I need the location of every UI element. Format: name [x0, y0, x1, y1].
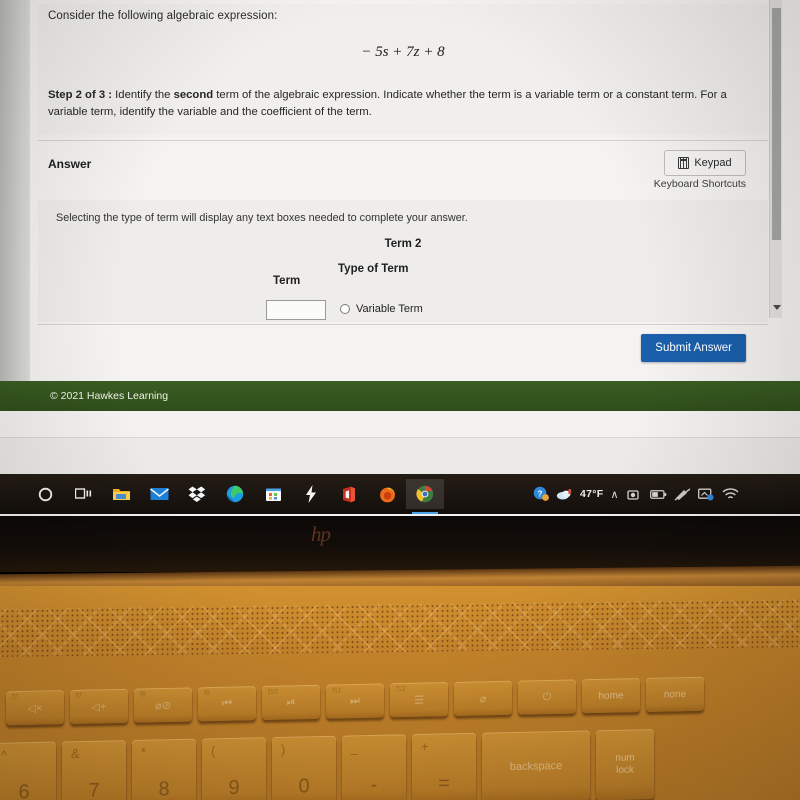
key-7[interactable]: & 7 [62, 740, 126, 800]
temperature-label: 47°F [580, 488, 604, 500]
question-block: Consider the following algebraic express… [38, 4, 768, 135]
key-9[interactable]: (9 [202, 737, 266, 800]
microsoft-store-icon[interactable] [254, 479, 292, 509]
radio-variable-term[interactable]: Variable Term [340, 303, 423, 315]
laptop-hardware: hp f7 ◁× f7 ◁+ f8 ⌀⊘ f9 ⏮ f10 ⏯ f11 ⏭ f12 ☰ ⌀ ⏻… [0, 516, 800, 800]
key-f10-play-pause[interactable]: f10 ⏯ [262, 684, 320, 720]
key-f7-volume-down[interactable]: f7 ◁× [6, 690, 64, 726]
dropbox-icon[interactable] [178, 479, 216, 509]
exercise-page: Consider the following algebraic express… [30, 0, 782, 438]
term-input[interactable] [266, 300, 326, 320]
key-equals[interactable]: + = [412, 732, 476, 800]
question-intro: Consider the following algebraic express… [48, 10, 278, 22]
key-backspace[interactable]: backspace [482, 730, 590, 800]
office-icon[interactable] [330, 479, 368, 509]
term-title: Term 2 [384, 238, 422, 250]
answer-header-row: Answer Keypad Keyboard Shortcuts [38, 148, 768, 196]
step-label: Step 2 of 3 : [48, 89, 113, 101]
keyboard-function-row: f7 ◁× f7 ◁+ f8 ⌀⊘ f9 ⏮ f10 ⏯ f11 ⏭ f12 ☰ ⌀ ⏻ ho… [6, 676, 704, 726]
type-of-term-label: Type of Term [338, 263, 409, 275]
file-explorer-icon[interactable] [102, 479, 140, 509]
screen-bezel-bottom: hp [0, 516, 800, 572]
taskbar-pinned-icons [26, 479, 444, 514]
keyboard-number-row: ^ 6 & 7 * 8 (9 ) 0 _ - + = backspace num lock [0, 729, 654, 800]
camera-icon[interactable] [626, 486, 643, 503]
numlock-line-2: lock [616, 764, 634, 776]
site-footer: © 2021 Hawkes Learning [0, 381, 800, 411]
divider-below-answer [38, 324, 768, 325]
speaker-grille-pattern [0, 599, 800, 657]
key-minus[interactable]: _ - [342, 734, 406, 800]
step-text-a: Identify the [112, 89, 174, 101]
key-f12-menu[interactable]: f12 ☰ [390, 682, 448, 718]
numlock-line-1: num [615, 751, 635, 764]
svg-text:?: ? [537, 490, 542, 499]
key-0[interactable]: ) 0 [272, 735, 336, 800]
term-column-label: Term [273, 275, 301, 287]
key-f11-next-track[interactable]: f11 ⏭ [326, 683, 384, 719]
chrome-active-icon[interactable] [406, 479, 444, 514]
submit-area: Submit Answer [38, 326, 768, 374]
key-f8-mic-mute[interactable]: f8 ⌀⊘ [134, 687, 192, 723]
browser-left-gutter [0, 0, 26, 438]
help-icon[interactable]: ? [532, 486, 549, 503]
network-icon[interactable] [698, 486, 715, 503]
hp-logo: hp [311, 522, 331, 546]
below-footer-strip [0, 411, 800, 438]
radio-circle-icon [340, 304, 350, 314]
key-num-lock[interactable]: num lock [596, 729, 654, 800]
laptop-deck: f7 ◁× f7 ◁+ f8 ⌀⊘ f9 ⏮ f10 ⏯ f11 ⏭ f12 ☰ ⌀ ⏻ ho… [0, 586, 800, 800]
step-instruction: Step 2 of 3 : Identify the second term o… [48, 87, 768, 121]
chevron-up-icon[interactable]: ∧ [611, 488, 619, 501]
cloud-weather-icon[interactable] [556, 486, 573, 503]
windows-taskbar: ? 47°F ∧ [0, 474, 800, 514]
key-end[interactable]: none [646, 676, 704, 712]
vertical-scrollbar[interactable] [769, 0, 782, 318]
key-6[interactable]: ^ 6 [0, 741, 56, 800]
wifi-icon[interactable] [722, 486, 739, 503]
expression-text: − 5s + 7z + 8 [361, 44, 445, 60]
task-view-icon[interactable] [64, 479, 102, 509]
keyboard-shortcuts-link[interactable]: Keyboard Shortcuts [654, 178, 746, 190]
pen-mute-icon[interactable] [674, 486, 691, 503]
firefox-icon[interactable] [368, 479, 406, 509]
scroll-down-arrow-icon[interactable] [773, 305, 781, 310]
scrollbar-thumb[interactable] [772, 8, 781, 240]
key-power[interactable]: ⏻ [518, 679, 576, 715]
key-airplane-mode[interactable]: ⌀ [454, 680, 512, 716]
key-f9-previous-track[interactable]: f9 ⏮ [198, 686, 256, 722]
key-f7-volume-up[interactable]: f7 ◁+ [70, 688, 128, 724]
answer-hint: Selecting the type of term will display … [56, 212, 468, 224]
key-8[interactable]: * 8 [132, 738, 196, 800]
answer-heading: Answer [48, 157, 92, 171]
submit-answer-button[interactable]: Submit Answer [641, 334, 746, 362]
desktop-background [0, 438, 800, 475]
copyright-text: © 2021 Hawkes Learning [50, 390, 169, 402]
algebraic-expression: − 5s + 7z + 8 [48, 44, 758, 61]
keypad-button-label: Keypad [694, 157, 732, 169]
mail-icon[interactable] [140, 479, 178, 509]
battery-icon[interactable] [649, 486, 667, 503]
lightning-app-icon[interactable] [292, 479, 330, 509]
system-tray: ? 47°F ∧ [532, 474, 739, 514]
calculator-icon [678, 157, 690, 169]
radio-variable-term-label: Variable Term [356, 303, 423, 315]
step-bold-word: second [173, 89, 214, 101]
answer-body: Selecting the type of term will display … [38, 200, 768, 322]
edge-icon[interactable] [216, 479, 254, 509]
cortana-icon[interactable] [26, 479, 64, 509]
divider-above-answer [38, 140, 768, 141]
key-home[interactable]: home [582, 678, 640, 714]
laptop-screen: Consider the following algebraic express… [0, 0, 800, 516]
keypad-button[interactable]: Keypad [664, 150, 746, 176]
